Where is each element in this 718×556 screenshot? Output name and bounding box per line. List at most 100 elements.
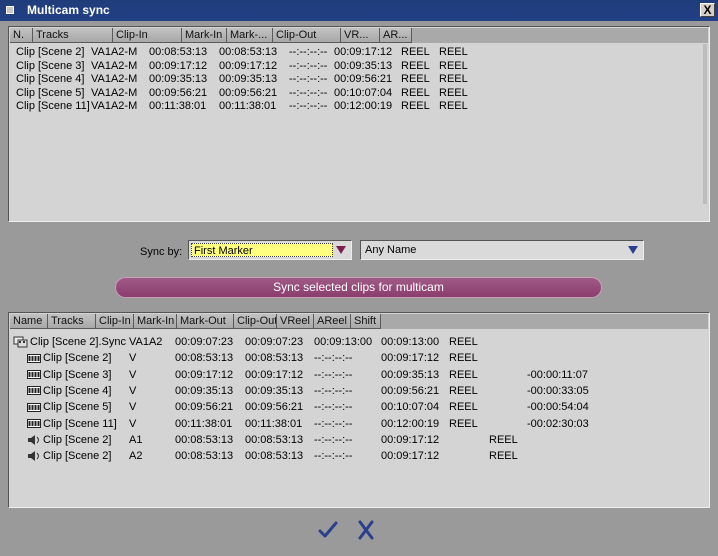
table-cell: --:--:--:-- bbox=[314, 433, 353, 446]
table-cell: 00:09:35:13 bbox=[219, 73, 278, 85]
clip-name: Clip [Scene 2].Sync bbox=[30, 336, 126, 348]
column-header[interactable]: Mark-In bbox=[182, 28, 227, 43]
table-cell: REEL bbox=[439, 59, 468, 72]
speaker-icon bbox=[27, 450, 43, 462]
table-row[interactable]: Clip [Scene 5] V 00:09:56:21 00:09:56:21 --:… bbox=[9, 401, 699, 414]
table-cell: 00:08:53:13 bbox=[245, 450, 304, 463]
clip-name-cell: Clip [Scene 2].Sync bbox=[13, 336, 126, 349]
table-cell: 00:09:17:12 bbox=[334, 46, 393, 58]
clip-name: Clip [Scene 2] bbox=[43, 450, 112, 463]
table-row[interactable]: Clip [Scene 2] A2 00:08:53:13 00:08:53:13 --… bbox=[9, 450, 699, 463]
column-header[interactable]: Shift bbox=[351, 314, 381, 329]
checkmark-icon[interactable] bbox=[318, 520, 338, 540]
column-header[interactable]: AReel bbox=[314, 314, 351, 329]
table-cell: V bbox=[129, 352, 137, 365]
table-cell: REEL bbox=[489, 433, 518, 446]
table-cell: --:--:--:-- bbox=[314, 417, 353, 430]
table-cell: --:--:--:-- bbox=[289, 73, 328, 85]
column-header[interactable]: AR... bbox=[380, 28, 412, 43]
table-cell: V bbox=[129, 417, 137, 430]
table-cell: VA1A2-M bbox=[91, 73, 138, 85]
table-cell: A1 bbox=[129, 433, 143, 446]
title-bar: Multicam sync X bbox=[0, 0, 718, 21]
table-cell: 00:09:13:00 bbox=[381, 336, 440, 348]
table-cell: 00:09:35:13 bbox=[175, 384, 234, 397]
table-cell: REEL bbox=[401, 73, 430, 85]
table-cell: --:--:--:-- bbox=[314, 384, 353, 397]
table-cell: 00:08:53:13 bbox=[245, 352, 304, 365]
table-row[interactable]: Clip [Scene 2].Sync VA1A2 00:09:07:23 00:09… bbox=[9, 336, 699, 349]
column-header[interactable]: VReel bbox=[277, 314, 314, 329]
table-cell: 00:10:07:04 bbox=[334, 86, 393, 99]
column-header[interactable]: Mark-Out bbox=[177, 314, 234, 329]
table-cell: 00:09:56:21 bbox=[175, 401, 234, 414]
clip-name-cell: Clip [Scene 5] bbox=[27, 401, 111, 414]
clip-name-cell: Clip [Scene 2] bbox=[27, 450, 111, 463]
column-header[interactable]: Tracks bbox=[33, 28, 113, 43]
column-header[interactable]: Mark-... bbox=[227, 28, 273, 43]
table-cell: REEL bbox=[401, 100, 430, 112]
table-cell: --:--:--:-- bbox=[289, 46, 328, 58]
table-row[interactable]: Clip [Scene 3] VA1A2-M 00:09:17:12 00:09:17… bbox=[9, 60, 699, 73]
sync-clips-button[interactable]: Sync selected clips for multicam bbox=[115, 277, 602, 298]
cancel-x-icon[interactable] bbox=[356, 520, 376, 540]
table-cell: Clip [Scene 4] bbox=[16, 73, 85, 85]
column-header[interactable]: VR... bbox=[341, 28, 380, 43]
column-header[interactable]: Clip-Out bbox=[273, 28, 341, 43]
table-cell: REEL bbox=[449, 368, 478, 381]
table-cell: REEL bbox=[449, 384, 478, 397]
table-cell: V bbox=[129, 368, 137, 381]
table-cell: 00:11:38:01 bbox=[175, 417, 233, 430]
column-header[interactable]: N. bbox=[10, 28, 33, 43]
table-cell: REEL bbox=[449, 352, 478, 365]
table-cell: VA1A2-M bbox=[91, 86, 138, 99]
table-row[interactable]: Clip [Scene 5] VA1A2-M 00:09:56:21 00:09:56… bbox=[9, 87, 699, 100]
table-cell: 00:09:35:13 bbox=[245, 384, 304, 397]
sync-result-panel: Name Tracks Clip-In Mark-In Mark-Out Clip-Out… bbox=[8, 312, 710, 508]
close-button[interactable]: X bbox=[700, 3, 715, 17]
table-row[interactable]: Clip [Scene 11] V 00:11:38:01 00:11:38:01 --… bbox=[9, 418, 699, 431]
clip-list-scrollbar[interactable] bbox=[703, 44, 707, 204]
film-icon bbox=[27, 369, 43, 381]
table-cell: --:--:--:-- bbox=[314, 450, 353, 463]
chevron-down-icon bbox=[336, 246, 346, 254]
sync-mode-value: First Marker bbox=[191, 243, 333, 257]
column-header[interactable]: Mark-In bbox=[134, 314, 177, 329]
speaker-icon bbox=[27, 434, 43, 446]
table-cell: 00:11:38:01 bbox=[219, 100, 277, 112]
sequence-icon bbox=[13, 336, 30, 348]
table-cell: 00:12:00:19 bbox=[381, 417, 440, 430]
column-header[interactable]: Name bbox=[10, 314, 48, 329]
table-cell: 00:11:38:01 bbox=[245, 417, 303, 430]
table-row[interactable]: Clip [Scene 3] V 00:09:17:12 00:09:17:12 --:… bbox=[9, 369, 699, 382]
table-cell: 00:09:17:12 bbox=[381, 450, 440, 463]
table-row[interactable]: Clip [Scene 4] V 00:09:35:13 00:09:35:13 --:… bbox=[9, 385, 699, 398]
table-cell: -00:00:54:04 bbox=[527, 401, 589, 414]
clip-name: Clip [Scene 2] bbox=[43, 433, 112, 446]
table-cell: 00:09:56:21 bbox=[219, 86, 278, 99]
window-menu-icon[interactable] bbox=[6, 6, 14, 14]
table-row[interactable]: Clip [Scene 4] VA1A2-M 00:09:35:13 00:09:35… bbox=[9, 73, 699, 86]
table-cell: Clip [Scene 2] bbox=[16, 46, 85, 58]
clip-name-cell: Clip [Scene 3] bbox=[27, 369, 111, 382]
column-header[interactable]: Clip-Out bbox=[234, 314, 277, 329]
table-cell: 00:08:53:13 bbox=[245, 433, 304, 446]
table-row[interactable]: Clip [Scene 2] V 00:08:53:13 00:08:53:13 --:… bbox=[9, 352, 699, 365]
table-cell: 00:09:56:21 bbox=[381, 384, 440, 397]
column-header[interactable]: Clip-In bbox=[96, 314, 134, 329]
table-cell: 00:09:35:13 bbox=[334, 59, 393, 72]
name-filter-select[interactable]: Any Name bbox=[360, 240, 644, 260]
table-cell: 00:09:56:21 bbox=[334, 73, 393, 85]
table-row[interactable]: Clip [Scene 2] A1 00:08:53:13 00:08:53:13 --… bbox=[9, 434, 699, 447]
table-cell: Clip [Scene 5] bbox=[16, 86, 85, 99]
film-icon bbox=[27, 352, 43, 364]
column-header[interactable]: Tracks bbox=[48, 314, 96, 329]
table-row[interactable]: Clip [Scene 11] VA1A2-M 00:11:38:01 00:11:3… bbox=[9, 100, 699, 113]
sync-mode-select[interactable]: First Marker bbox=[188, 240, 352, 260]
table-cell: 00:09:17:12 bbox=[149, 59, 208, 72]
clip-name-cell: Clip [Scene 4] bbox=[27, 385, 111, 398]
clip-name: Clip [Scene 2] bbox=[43, 352, 112, 365]
table-row[interactable]: Clip [Scene 2] VA1A2-M 00:08:53:13 00:08:53… bbox=[9, 46, 699, 59]
table-cell: --:--:--:-- bbox=[314, 352, 353, 365]
column-header[interactable]: Clip-In bbox=[113, 28, 182, 43]
